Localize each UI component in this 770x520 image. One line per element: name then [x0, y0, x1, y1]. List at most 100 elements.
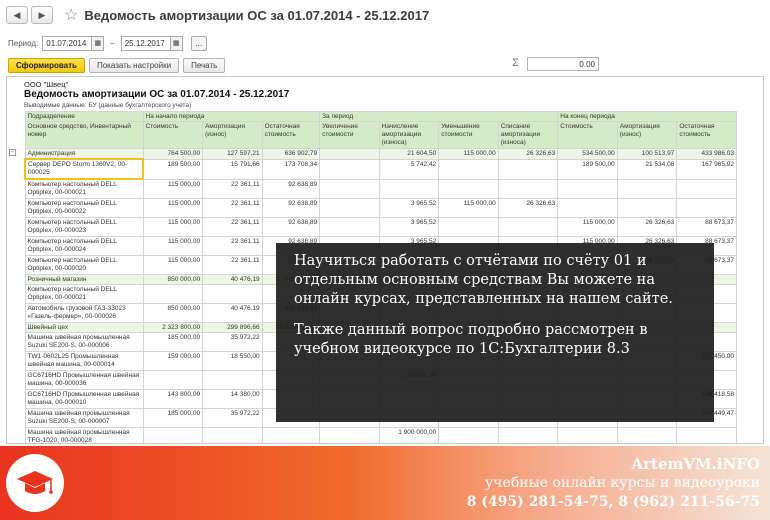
- table-cell: 115 000,00: [557, 217, 618, 237]
- table-cell: [378, 178, 440, 199]
- table-row[interactable]: Компьютер настольный DELL Optiplex, 00-0…: [24, 198, 737, 218]
- column-header: Увеличение стоимости: [319, 121, 380, 149]
- period-start-input[interactable]: [42, 35, 93, 51]
- table-cell: 850 000,00: [142, 303, 204, 323]
- report-title: Ведомость амортизации ОС за 01.07.2014 -…: [24, 89, 290, 100]
- table-cell: 26 326,63: [497, 198, 559, 218]
- table-cell: 21 604,50: [378, 148, 440, 160]
- column-header: Амортизация (износ): [202, 121, 263, 149]
- table-cell: 22 361,11: [202, 198, 263, 218]
- row-label: Автомобиль грузовой ГАЗ-33023 «Газель-фе…: [24, 303, 144, 323]
- table-cell: [616, 427, 678, 443]
- banner-site-name[interactable]: ArtemVM.iNFO: [632, 455, 760, 473]
- generate-button[interactable]: Сформировать: [8, 57, 85, 73]
- toolbar: Сформировать Показать настройки Печать Σ…: [0, 56, 770, 74]
- table-cell: 115 000,00: [142, 217, 204, 237]
- table-cell: 3 965,52: [378, 198, 440, 218]
- table-cell: [438, 178, 499, 199]
- column-header: Основное средство, Инвентарный номер: [24, 121, 144, 149]
- report-parameters: Выводимые данные: БУ (данные бухгалтерск…: [24, 102, 192, 109]
- row-label: Компьютер настольный DELL Optiplex, 00-0…: [24, 178, 144, 199]
- table-cell: 15 791,66: [202, 158, 263, 180]
- table-cell: [557, 198, 618, 218]
- forward-button[interactable]: ▶: [31, 6, 53, 24]
- collapse-toggle[interactable]: −: [9, 149, 16, 156]
- star-icon[interactable]: ☆: [64, 5, 78, 25]
- table-row[interactable]: Компьютер настольный DELL Optiplex, 00-0…: [24, 217, 737, 237]
- row-label: Машина швейная промышленная Suzuki SE200…: [24, 332, 144, 352]
- table-cell: 18 550,00: [202, 351, 263, 371]
- table-cell: 115 000,00: [438, 148, 499, 160]
- header-row-columns: Основное средство, Инвентарный номер Стои…: [24, 121, 737, 149]
- row-label: Машина швейная промышленная Suzuki SE200…: [24, 408, 144, 428]
- table-cell: 22 361,11: [202, 178, 263, 199]
- table-cell: 35 972,22: [202, 332, 263, 352]
- table-cell: 534 500,00: [557, 148, 618, 160]
- row-label: GC6716HD Промышленная швейная машина, 00…: [24, 389, 144, 409]
- row-label: TW1-0602L25 Промышленная швейная машина,…: [24, 351, 144, 371]
- back-button[interactable]: ◀: [6, 6, 28, 24]
- table-cell: [319, 178, 380, 199]
- column-header: Уменьшение стоимости: [438, 121, 499, 149]
- window-title: Ведомость амортизации ОС за 01.07.2014 -…: [84, 7, 430, 23]
- table-cell: 22 361,11: [202, 255, 263, 275]
- table-cell: 100 513,97: [616, 148, 678, 160]
- row-label: Машина швейная промышленная TFG-1020, 00…: [24, 427, 144, 443]
- header-cell: На начало периода: [142, 111, 321, 122]
- period-select-button[interactable]: ...: [190, 35, 207, 51]
- column-header: Стоимость: [557, 121, 618, 149]
- promo-overlay: Научиться работать с отчётами по счёту 0…: [276, 243, 714, 422]
- header-cell: Подразделение: [24, 111, 144, 122]
- table-cell: 1 900 000,00: [378, 427, 440, 443]
- period-end-input[interactable]: [120, 35, 171, 51]
- table-cell: [319, 148, 380, 160]
- header-cell: За период: [319, 111, 559, 122]
- table-cell: 636 902,79: [261, 148, 321, 160]
- table-cell: 14 380,00: [202, 389, 263, 409]
- row-label: Компьютер настольный DELL Optiplex, 00-0…: [24, 217, 144, 237]
- table-cell: [676, 427, 737, 443]
- table-cell: [319, 427, 380, 443]
- table-cell: 143 800,00: [142, 389, 204, 409]
- table-cell: [202, 370, 263, 390]
- table-cell: [557, 427, 618, 443]
- table-cell: [142, 427, 204, 443]
- print-button[interactable]: Печать: [183, 57, 226, 73]
- table-row[interactable]: Компьютер настольный DELL Optiplex, 00-0…: [24, 178, 737, 199]
- table-cell: [319, 158, 380, 180]
- group-row[interactable]: Администрация 764 500,00 127 597,21 636 902…: [24, 148, 737, 160]
- column-header: Амортизация (износ): [616, 121, 678, 149]
- table-cell: 35 972,22: [202, 408, 263, 428]
- row-label: Сервер DEPO Storm 1360V2, 00-000025: [23, 158, 145, 180]
- table-cell: 92 638,89: [261, 178, 321, 199]
- window-titlebar: ◀ ▶ ☆ Ведомость амортизации ОС за 01.07.…: [0, 0, 770, 30]
- row-label: Розничный магазин: [24, 274, 144, 285]
- row-label: Компьютер настольный DELL Optiplex, 00-0…: [24, 198, 144, 218]
- table-row[interactable]: Сервер DEPO Storm 1360V2, 00-000025 189 5…: [23, 158, 737, 180]
- table-row[interactable]: Машина швейная промышленная TFG-1020, 00…: [24, 427, 737, 443]
- table-cell: 40 476,19: [202, 274, 263, 285]
- table-cell: 26 326,63: [497, 148, 559, 160]
- table-cell: 189 500,00: [557, 158, 618, 180]
- table-cell: 185 000,00: [142, 408, 204, 428]
- table-cell: 764 500,00: [142, 148, 204, 160]
- table-cell: [319, 217, 380, 237]
- table-cell: 26 326,63: [616, 217, 678, 237]
- table-cell: 185 000,00: [142, 332, 204, 352]
- sum-field: 0.00: [527, 57, 599, 71]
- table-cell: [557, 178, 618, 199]
- table-cell: 5 742,42: [378, 158, 440, 180]
- table-cell: [676, 178, 737, 199]
- table-cell: 22 361,11: [202, 236, 263, 256]
- table-cell: [497, 178, 559, 199]
- calendar-icon[interactable]: ▦: [170, 35, 183, 51]
- table-cell: 3 965,52: [378, 217, 440, 237]
- calendar-icon[interactable]: ▦: [92, 35, 105, 51]
- show-settings-button[interactable]: Показать настройки: [88, 57, 180, 73]
- promo-paragraph-2: Также данный вопрос подробно рассмотрен …: [294, 322, 648, 357]
- table-cell: 115 000,00: [438, 198, 499, 218]
- column-header: Остаточная стоимость: [676, 121, 737, 149]
- sum-icon: Σ: [512, 57, 519, 69]
- banner-tagline: учебные онлайн курсы и видеоуроки: [485, 475, 760, 491]
- column-header: Стоимость: [142, 121, 204, 149]
